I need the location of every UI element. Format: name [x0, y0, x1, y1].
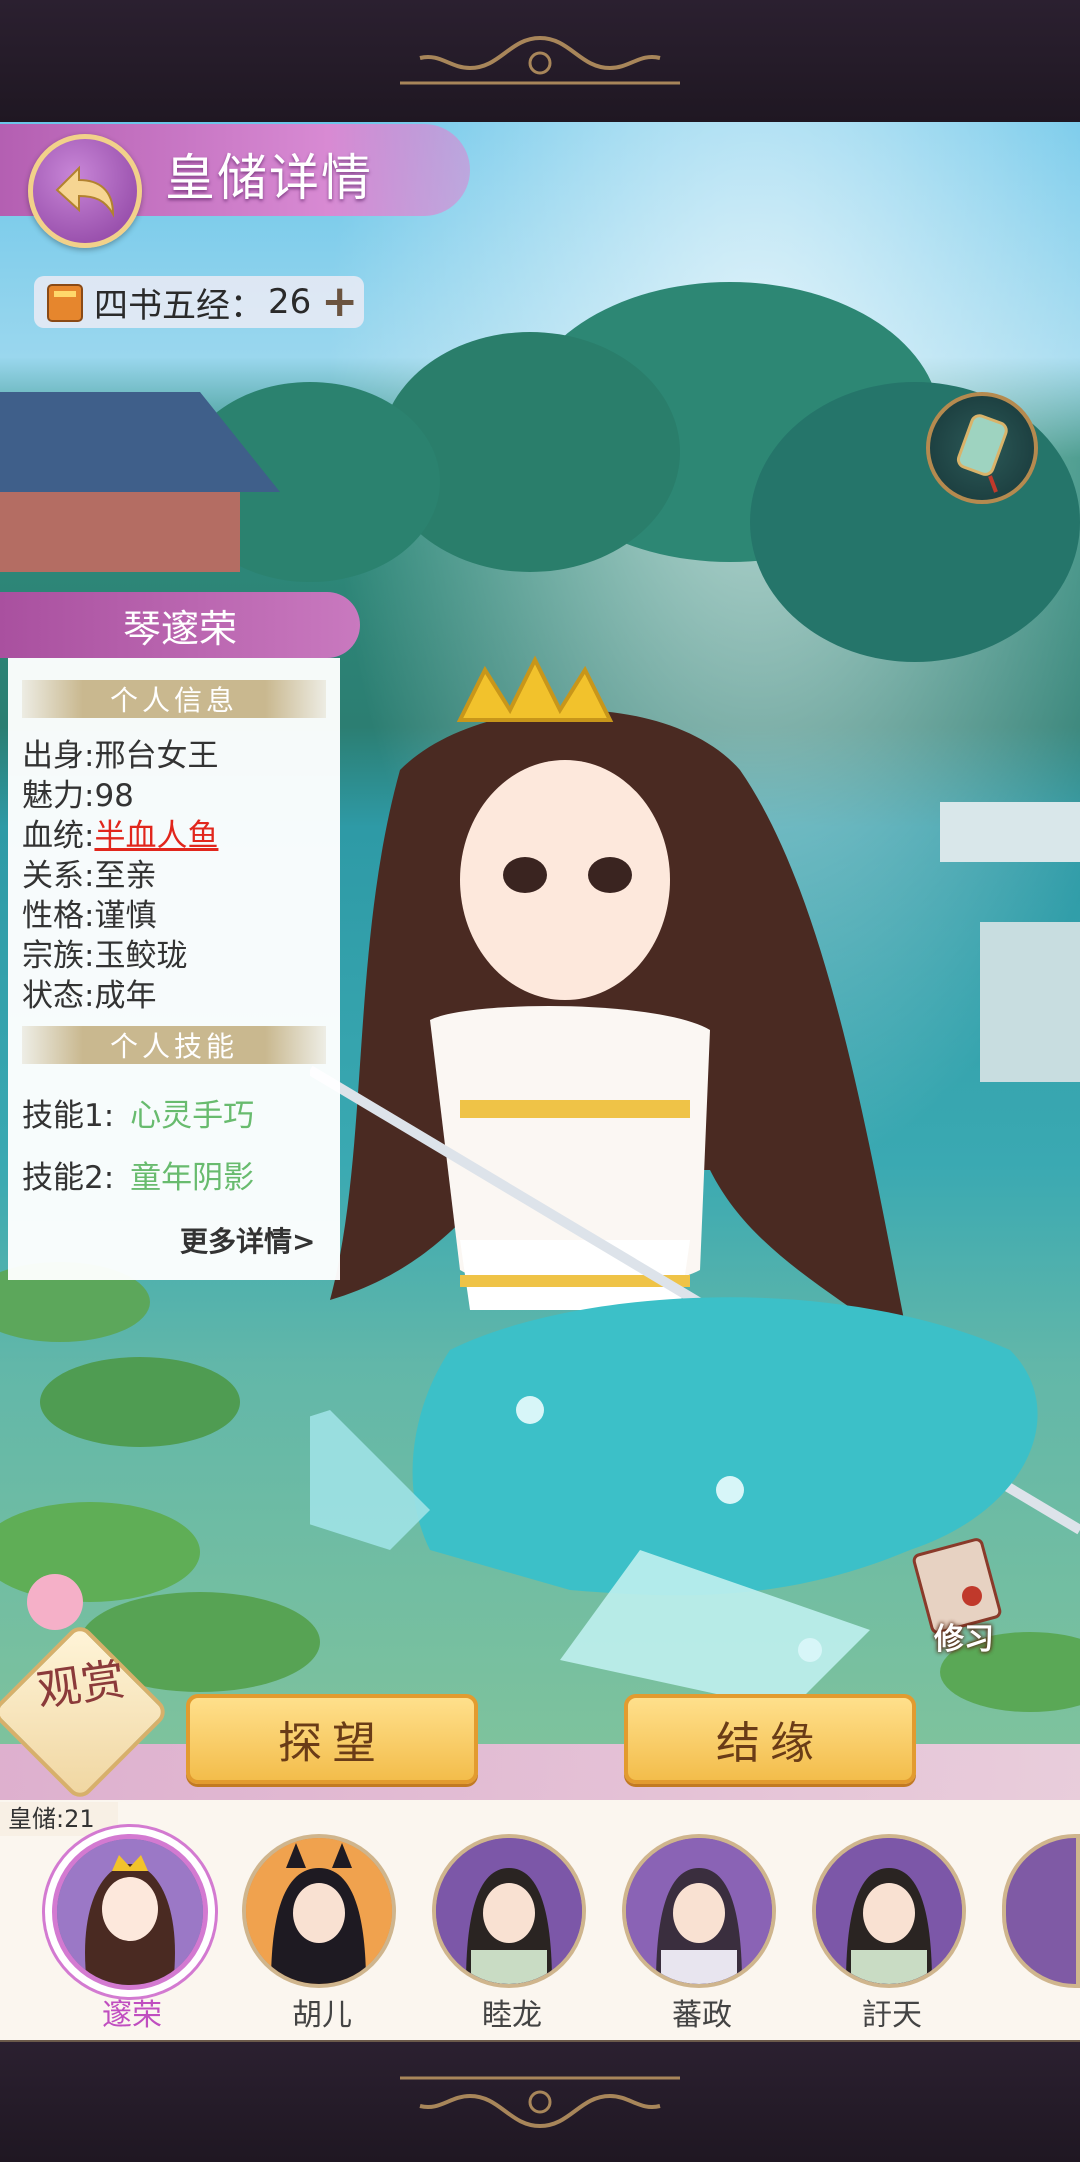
- skill-name[interactable]: 童年阴影: [130, 1160, 254, 1196]
- charm-text: 魅力:98: [22, 778, 134, 814]
- personality-text: 性格:谨慎: [22, 898, 157, 934]
- heir-avatar-name: 睦龙: [482, 1998, 542, 2033]
- heir-count: 皇储:21: [0, 1802, 118, 1836]
- bloodline-label: 血统:: [22, 818, 95, 854]
- resource-value: 26: [268, 282, 312, 322]
- bloodline-link[interactable]: 半血人鱼: [94, 818, 218, 854]
- heir-avatar-name: 邃荣: [102, 1998, 162, 2033]
- ornament-icon: [400, 36, 680, 85]
- heir-name: 琴邃荣: [0, 592, 360, 658]
- section-personal-info: 个人信息: [22, 680, 326, 718]
- back-arrow-icon: [55, 165, 115, 218]
- study-label: 修习: [934, 1622, 994, 1657]
- heir-avatar-name: 蕃政: [672, 1998, 732, 2033]
- bloodline-row: 血统:半血人鱼: [22, 810, 218, 855]
- command-token-button[interactable]: [926, 392, 1038, 504]
- back-button[interactable]: [28, 134, 142, 248]
- heir-avatar-name: 胡儿: [292, 1998, 352, 2033]
- bottom-decoration-bar: [0, 2040, 1080, 2162]
- resource-label: 四书五经：: [94, 285, 264, 326]
- heir-avatar[interactable]: [52, 1834, 208, 1990]
- heir-face-icon: [57, 1839, 203, 1985]
- skill-row[interactable]: 技能2: 童年阴影: [22, 1152, 254, 1197]
- origin-text: 出身:邢台女王: [22, 738, 219, 774]
- skill-row[interactable]: 技能1: 心灵手巧: [22, 1090, 254, 1135]
- more-details-link[interactable]: 更多详情>: [180, 1220, 315, 1260]
- resource-counter: 四书五经： 26 +: [34, 276, 364, 328]
- heir-face-icon: [816, 1838, 962, 1984]
- heir-face-icon: [626, 1838, 772, 1984]
- visit-button[interactable]: 探望: [186, 1694, 478, 1784]
- clan-text: 宗族:玉鲛珑: [22, 938, 188, 974]
- book-icon: [47, 284, 83, 322]
- section-personal-skills: 个人技能: [22, 1026, 326, 1064]
- relation-text: 关系:至亲: [22, 858, 157, 894]
- skill-name[interactable]: 心灵手巧: [130, 1098, 254, 1134]
- ornament-icon: [400, 2076, 680, 2128]
- skill-label: 技能2:: [22, 1160, 115, 1196]
- heir-avatar[interactable]: [432, 1834, 586, 1988]
- heir-face-icon: [436, 1838, 582, 1984]
- heir-info-panel: 个人信息 出身:邢台女王 魅力:98 血统:半血人鱼 关系:至亲 性格:谨慎 宗…: [8, 658, 340, 1280]
- heir-face-icon: [246, 1838, 392, 1984]
- jade-token-icon: [956, 414, 1008, 493]
- add-resource-button[interactable]: +: [321, 280, 358, 324]
- top-decoration-bar: [0, 0, 1080, 124]
- skill-label: 技能1:: [22, 1098, 115, 1134]
- heir-avatar[interactable]: [622, 1834, 776, 1988]
- marriage-button[interactable]: 结缘: [624, 1694, 916, 1784]
- status-text: 状态:成年: [22, 978, 157, 1014]
- heir-avatar[interactable]: [812, 1834, 966, 1988]
- heir-avatar[interactable]: [242, 1834, 396, 1988]
- action-strip: [0, 1744, 1080, 1800]
- heir-avatar-name: 訏天: [862, 1998, 922, 2033]
- page-title: 皇储详情: [165, 149, 373, 207]
